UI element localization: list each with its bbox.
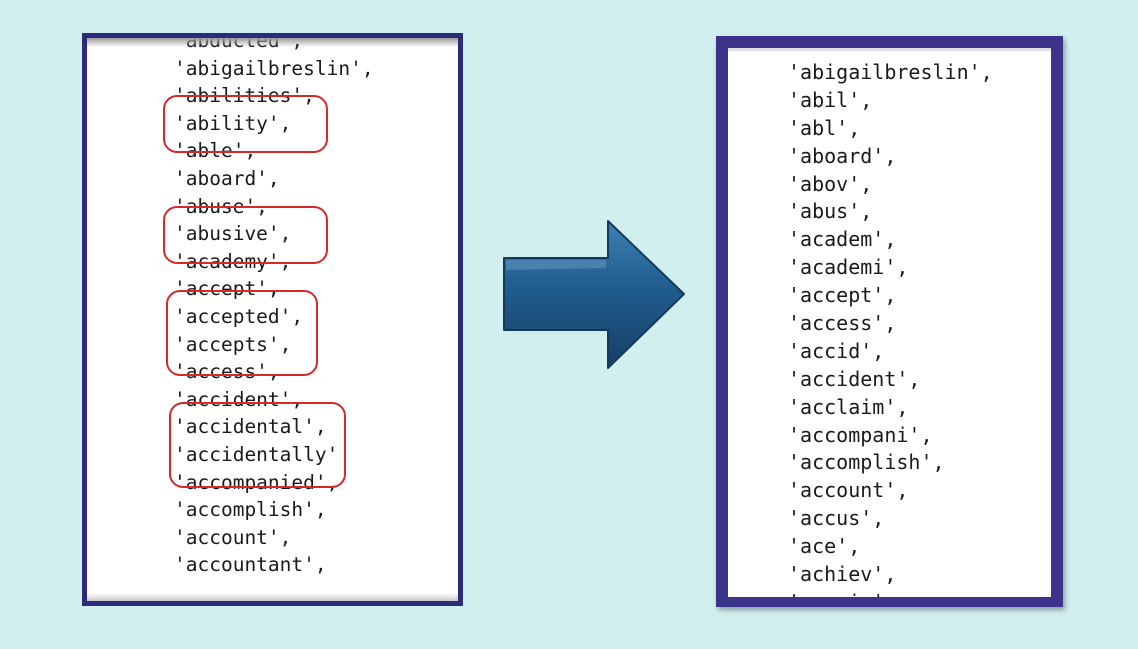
list-item: 'abov', — [788, 171, 873, 196]
list-item: 'abigailbreslin', — [174, 56, 374, 80]
list-item: 'accid', — [788, 338, 885, 363]
list-item: 'acclaim', — [788, 394, 909, 419]
highlight-circle-accept — [166, 290, 318, 376]
original-word-list-panel: 'abducted', 'abigailbreslin', 'abilities… — [82, 33, 463, 606]
list-item: 'accompani', — [788, 422, 933, 447]
list-item: 'accomplish', — [174, 498, 327, 522]
highlight-circle-accident — [169, 402, 346, 488]
stemmed-word-list: 'abigailbreslin', 'abil', 'abl', 'aboard… — [788, 59, 993, 607]
list-item: 'academi', — [788, 255, 909, 280]
highlight-circle-abuse — [163, 206, 328, 264]
list-item: 'account', — [174, 525, 292, 549]
list-item: 'acquir', — [788, 589, 897, 607]
list-item: 'achiev', — [788, 562, 897, 587]
highlight-circle-abilities — [163, 95, 328, 153]
list-item: 'account', — [788, 478, 909, 503]
panel-top-edge — [728, 48, 1051, 51]
top-scroll-shadow — [87, 38, 458, 47]
list-item: 'abl', — [788, 115, 861, 140]
list-item: 'aboard', — [788, 143, 897, 168]
list-item: 'ace', — [788, 534, 861, 559]
list-item: 'abigailbreslin', — [788, 60, 993, 84]
list-item: 'accept', — [788, 283, 897, 308]
list-item: 'accident', — [788, 366, 921, 391]
list-item: 'academ', — [788, 227, 897, 252]
stemmed-word-list-panel: 'abigailbreslin', 'abil', 'abl', 'aboard… — [716, 36, 1063, 607]
list-item: 'abil', — [788, 87, 873, 112]
list-item: 'accomplish', — [788, 450, 945, 475]
bottom-scroll-shadow — [87, 593, 458, 601]
list-item: 'accountant', — [174, 553, 327, 577]
right-arrow-icon — [503, 220, 685, 369]
list-item: 'abus', — [788, 199, 873, 224]
list-item: 'accus', — [788, 506, 885, 531]
list-item: 'access', — [788, 311, 897, 336]
list-item: 'aboard', — [174, 166, 280, 190]
